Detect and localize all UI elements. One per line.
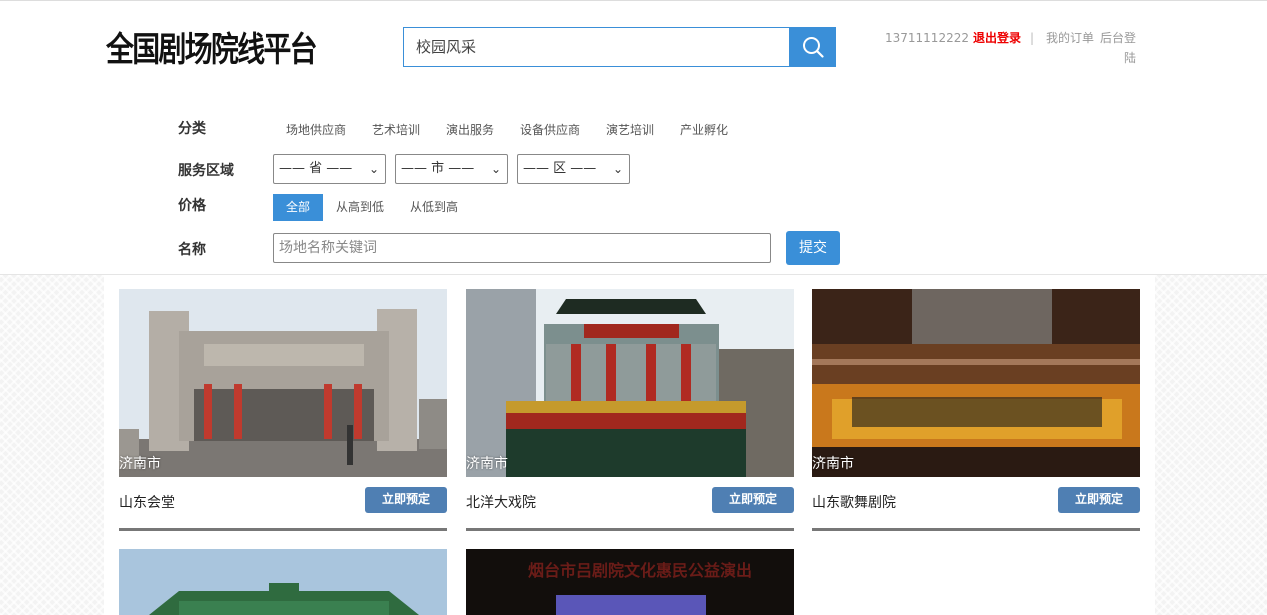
price-label: 价格 — [178, 198, 206, 214]
category-option[interactable]: 演艺培训 — [606, 121, 654, 138]
category-option[interactable]: 演出服务 — [446, 121, 494, 138]
user-separator: | — [1030, 31, 1035, 45]
name-label: 名称 — [178, 242, 206, 258]
venue-name[interactable]: 山东歌舞剧院 — [812, 492, 896, 512]
book-now-button[interactable]: 立即预定 — [1058, 487, 1140, 513]
venue-name-input[interactable]: 场地名称关键词 — [273, 233, 771, 263]
district-select[interactable]: —— 区 —— ⌄ — [517, 154, 630, 184]
chevron-down-icon: ⌄ — [490, 162, 501, 176]
chevron-down-icon: ⌄ — [612, 162, 623, 176]
price-option-asc[interactable]: 从低到高 — [404, 194, 464, 221]
venue-photo[interactable] — [119, 549, 447, 615]
category-option[interactable]: 设备供应商 — [520, 121, 580, 138]
category-option[interactable]: 产业孵化 — [680, 121, 728, 138]
venue-city: 济南市 — [812, 456, 854, 472]
category-label: 分类 — [178, 121, 206, 137]
venue-banner-text: 烟台市吕剧院文化惠民公益演出 — [528, 561, 753, 580]
venue-name[interactable]: 山东会堂 — [119, 492, 175, 512]
card-divider — [812, 528, 1140, 531]
district-value: —— 区 —— — [523, 161, 597, 176]
top-divider — [0, 0, 1267, 1]
book-now-button[interactable]: 立即预定 — [365, 487, 447, 513]
venue-photo[interactable]: 济南市 — [812, 289, 1140, 477]
venue-city: 济南市 — [466, 456, 508, 472]
province-select[interactable]: —— 省 —— ⌄ — [273, 154, 386, 184]
book-now-button[interactable]: 立即预定 — [712, 487, 794, 513]
price-option-all[interactable]: 全部 — [273, 194, 323, 221]
region-label: 服务区域 — [178, 163, 234, 179]
logout-link[interactable]: 退出登录 — [973, 28, 1021, 48]
site-logo[interactable]: 全国剧场院线平台 — [106, 22, 318, 71]
search-icon — [802, 37, 824, 58]
search-button[interactable] — [789, 27, 836, 67]
price-option-desc[interactable]: 从高到低 — [330, 194, 390, 221]
search-input[interactable]: 校园风采 — [403, 27, 790, 67]
venue-name[interactable]: 北洋大戏院 — [466, 492, 536, 512]
category-option[interactable]: 艺术培训 — [372, 121, 420, 138]
city-select[interactable]: —— 市 —— ⌄ — [395, 154, 508, 184]
province-value: —— 省 —— — [279, 161, 353, 176]
city-value: —— 市 —— — [401, 161, 475, 176]
venue-photo[interactable]: 济南市 — [466, 289, 794, 477]
card-divider — [119, 528, 447, 531]
submit-button[interactable]: 提交 — [786, 231, 840, 265]
venue-photo[interactable]: 烟台市吕剧院文化惠民公益演出 — [466, 549, 794, 615]
admin-login-link[interactable]: 后台登陆 — [1098, 28, 1136, 68]
venue-photo[interactable]: 济南市 — [119, 289, 447, 477]
chevron-down-icon: ⌄ — [368, 162, 379, 176]
category-option[interactable]: 场地供应商 — [286, 121, 346, 138]
user-phone: 13711112222 — [885, 31, 969, 45]
card-divider — [466, 528, 794, 531]
my-orders-link[interactable]: 我的订单 — [1046, 28, 1094, 48]
venue-city: 济南市 — [119, 456, 161, 472]
